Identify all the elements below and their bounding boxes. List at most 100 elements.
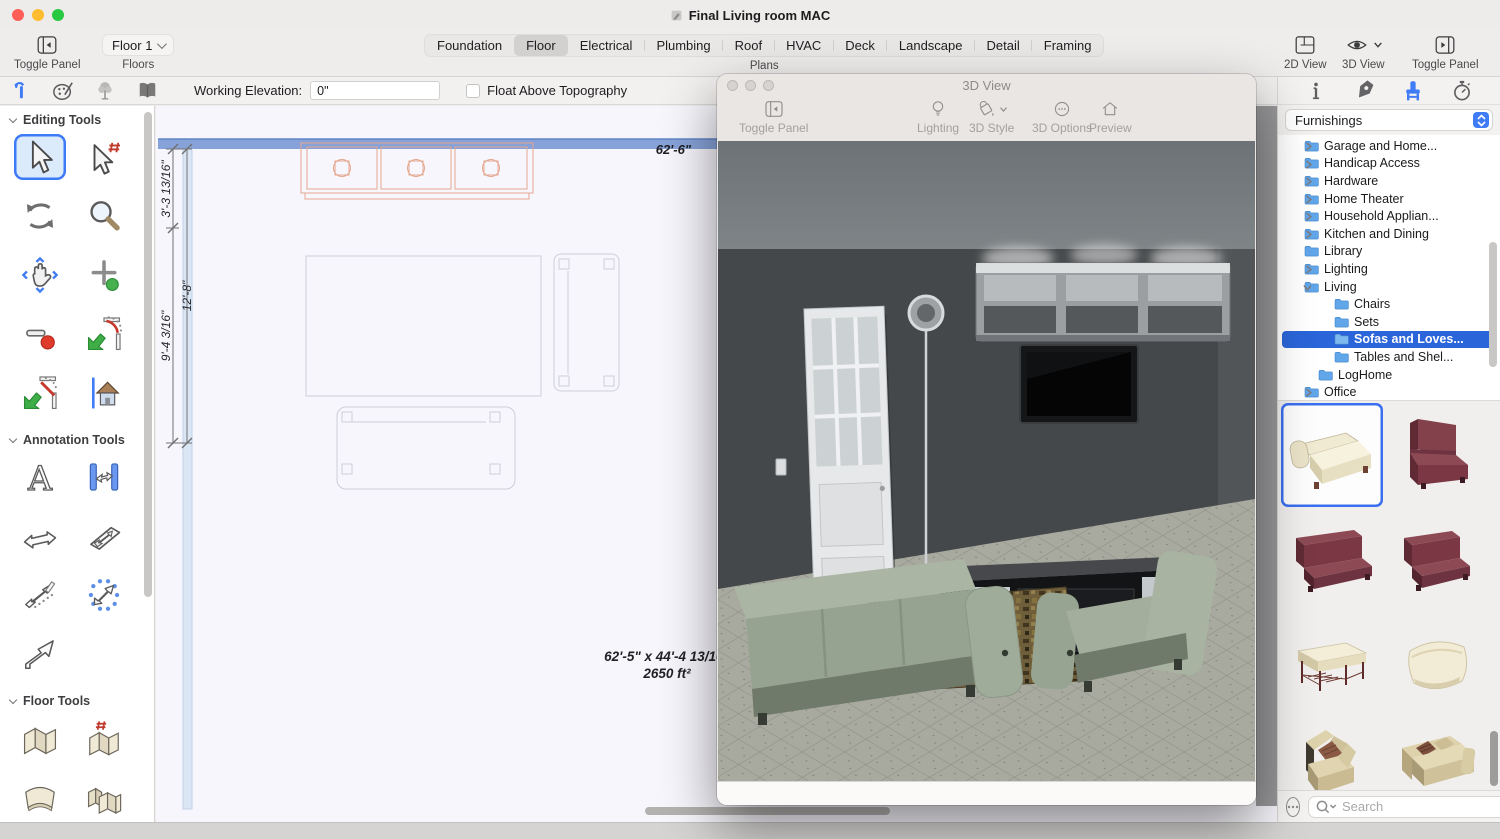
- 3d-options-button[interactable]: 3D Options: [1032, 99, 1092, 135]
- 3d-style-button[interactable]: 3D Style: [969, 99, 1014, 135]
- angular-dimension-tool[interactable]: [78, 513, 130, 559]
- add-point-tool[interactable]: [78, 252, 130, 298]
- more-options-button[interactable]: [1286, 797, 1300, 817]
- plan-sofa-outline[interactable]: [337, 407, 515, 489]
- 3d-window-close-button[interactable]: [727, 80, 738, 91]
- floor-tool[interactable]: [14, 715, 66, 761]
- dimension-line-tool[interactable]: [14, 513, 66, 559]
- resize-dimension-tool[interactable]: [78, 572, 130, 618]
- tree-item-office[interactable]: Office: [1278, 383, 1500, 400]
- tab-foundation[interactable]: Foundation: [425, 35, 514, 56]
- wall-elevation-tool[interactable]: [78, 370, 130, 416]
- tree-scrollbar[interactable]: [1489, 242, 1497, 367]
- annotation-tools-header[interactable]: Annotation Tools: [0, 426, 154, 450]
- tree-item-lighting[interactable]: Lighting: [1278, 260, 1500, 278]
- tool-panel-scrollbar[interactable]: [144, 112, 152, 597]
- tree-item-sofas-selected[interactable]: Sofas and Loves...: [1282, 331, 1496, 349]
- 3d-window-minimize-button[interactable]: [745, 80, 756, 91]
- arrow-tool[interactable]: [14, 631, 66, 677]
- 3d-view-button[interactable]: 3D View: [1342, 34, 1385, 71]
- thumb-loveseat-tan-pillows[interactable]: [1385, 718, 1487, 790]
- select-tool[interactable]: [14, 134, 66, 180]
- zoom-tool[interactable]: [78, 193, 130, 239]
- plan-cabinets-outline[interactable]: [301, 143, 533, 199]
- schedule-clock-icon[interactable]: [1450, 79, 1474, 103]
- build-tools-button[interactable]: [0, 80, 42, 101]
- thumb-chaise-lounge-cream[interactable]: [1281, 403, 1383, 507]
- 3d-view-window[interactable]: 3D View Toggle Panel Lighting 3D Style 3…: [717, 74, 1256, 805]
- fillet-corner-tool[interactable]: [78, 311, 130, 357]
- 3d-lighting-button[interactable]: Lighting: [917, 99, 959, 135]
- 3d-window-zoom-button[interactable]: [763, 80, 774, 91]
- materials-button[interactable]: [42, 80, 84, 102]
- working-elevation-input[interactable]: [310, 81, 440, 100]
- chamfer-corner-tool[interactable]: [14, 370, 66, 416]
- text-tool[interactable]: A: [14, 454, 66, 500]
- split-floor-tool[interactable]: [78, 774, 130, 820]
- 3d-render-viewport[interactable]: [718, 141, 1255, 781]
- pan-tool[interactable]: [14, 252, 66, 298]
- tree-item-label: Kitchen and Dining: [1324, 227, 1429, 241]
- tab-detail[interactable]: Detail: [975, 35, 1032, 56]
- tree-item-tables[interactable]: Tables and Shel...: [1278, 348, 1500, 366]
- tree-item-garage[interactable]: Garage and Home...: [1278, 137, 1500, 155]
- 2d-view-button[interactable]: 2D View: [1284, 34, 1327, 71]
- curved-floor-tool[interactable]: [14, 774, 66, 820]
- fillet-corner-icon: [85, 315, 123, 353]
- rotate-tool[interactable]: [14, 193, 66, 239]
- tab-deck[interactable]: Deck: [833, 35, 887, 56]
- library-category-select[interactable]: Furnishings: [1285, 109, 1493, 131]
- editing-tools-header[interactable]: Editing Tools: [0, 106, 154, 130]
- tree-item-sets[interactable]: Sets: [1278, 313, 1500, 331]
- thumb-armchair-maroon[interactable]: [1385, 403, 1487, 507]
- tree-item-library[interactable]: Library: [1278, 243, 1500, 261]
- search-input[interactable]: [1342, 799, 1500, 814]
- floor-selector-dropdown[interactable]: Floor 1: [102, 34, 174, 56]
- tab-electrical[interactable]: Electrical: [568, 35, 645, 56]
- custom-dimension-tool[interactable]: [14, 572, 66, 618]
- tab-hvac[interactable]: HVAC: [774, 35, 833, 56]
- tree-item-chairs[interactable]: Chairs: [1278, 295, 1500, 313]
- tree-item-household[interactable]: Household Applian...: [1278, 207, 1500, 225]
- floor-tools-header[interactable]: Floor Tools: [0, 687, 154, 711]
- landscape-button[interactable]: [84, 80, 126, 101]
- tab-floor[interactable]: Floor: [514, 35, 568, 56]
- info-icon[interactable]: [1305, 79, 1327, 103]
- thumb-armchair-tan-pillow[interactable]: [1281, 718, 1383, 790]
- 3d-toggle-panel-button[interactable]: Toggle Panel: [739, 99, 808, 135]
- select-by-number-tool[interactable]: [78, 134, 130, 180]
- tree-item-living[interactable]: Living: [1278, 278, 1500, 296]
- tree-item-label: Library: [1324, 244, 1362, 258]
- library-search-field[interactable]: [1308, 796, 1500, 818]
- floor-by-number-tool[interactable]: [78, 715, 130, 761]
- tree-item-kitchen[interactable]: Kitchen and Dining: [1278, 225, 1500, 243]
- tab-plumbing[interactable]: Plumbing: [644, 35, 722, 56]
- 3d-preview-button[interactable]: Preview: [1089, 99, 1132, 135]
- thumb-bench-ottoman-cream[interactable]: [1281, 613, 1383, 717]
- canvas-horizontal-scrollbar[interactable]: [645, 807, 890, 815]
- plan-loveseat-outline[interactable]: [554, 254, 619, 391]
- toggle-panel-right-button[interactable]: Toggle Panel: [1412, 34, 1479, 71]
- thumbnail-grid-scrollbar[interactable]: [1490, 731, 1498, 786]
- thumb-sofa-maroon[interactable]: [1281, 508, 1383, 612]
- float-above-topography-checkbox[interactable]: [466, 84, 480, 98]
- thumb-ottoman-cube-cream[interactable]: [1385, 613, 1487, 717]
- toggle-panel-left-button[interactable]: Toggle Panel: [14, 34, 81, 71]
- tab-framing[interactable]: Framing: [1032, 35, 1104, 56]
- tab-roof[interactable]: Roof: [723, 35, 774, 56]
- library-book-button[interactable]: [126, 81, 168, 100]
- furnishings-chair-icon[interactable]: [1401, 79, 1425, 103]
- delete-point-tool[interactable]: [14, 311, 66, 357]
- plan-rug-outline[interactable]: [306, 256, 541, 396]
- tree-item-hardware[interactable]: Hardware: [1278, 172, 1500, 190]
- rotate-arrows-icon: [21, 197, 59, 235]
- dimension-tool[interactable]: [78, 454, 130, 500]
- tree-item-home-theater[interactable]: Home Theater: [1278, 190, 1500, 208]
- chevron-down-icon: [157, 39, 167, 49]
- 3d-view-titlebar[interactable]: 3D View: [717, 74, 1256, 97]
- label-pen-icon[interactable]: [1352, 79, 1376, 103]
- thumb-loveseat-maroon[interactable]: [1385, 508, 1487, 612]
- tree-item-loghome[interactable]: LogHome: [1278, 366, 1500, 384]
- tab-landscape[interactable]: Landscape: [887, 35, 975, 56]
- tree-item-handicap[interactable]: Handicap Access: [1278, 155, 1500, 173]
